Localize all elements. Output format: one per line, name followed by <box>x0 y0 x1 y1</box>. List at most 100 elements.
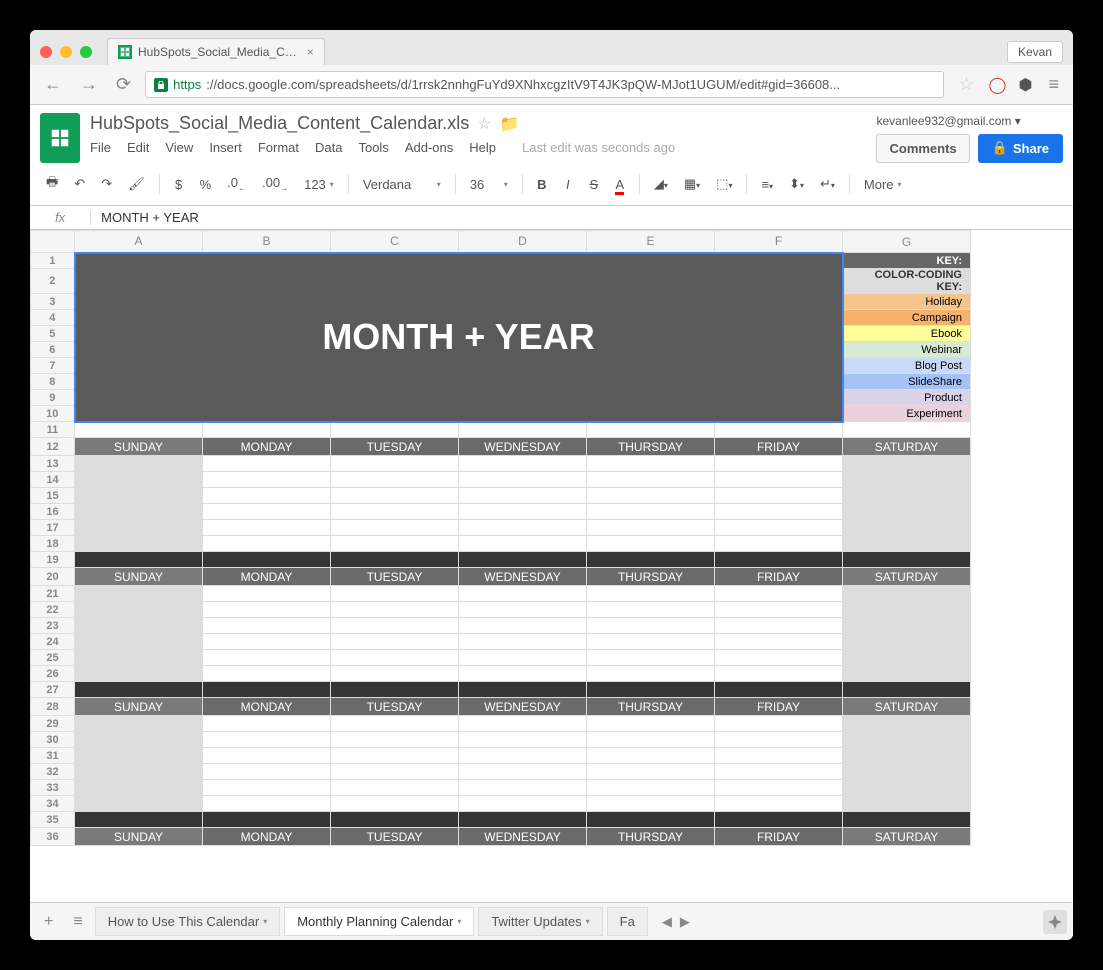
cell[interactable] <box>843 472 971 488</box>
day-header[interactable]: MONDAY <box>203 828 331 846</box>
column-header[interactable]: B <box>203 231 331 253</box>
cell[interactable] <box>843 422 971 438</box>
cell[interactable] <box>715 780 843 796</box>
cell[interactable] <box>203 716 331 732</box>
cell[interactable] <box>331 602 459 618</box>
cell[interactable] <box>75 796 203 812</box>
day-header[interactable]: WEDNESDAY <box>459 568 587 586</box>
cell[interactable] <box>715 586 843 602</box>
cell[interactable] <box>331 764 459 780</box>
day-header[interactable]: FRIDAY <box>715 828 843 846</box>
cell[interactable] <box>715 472 843 488</box>
row-header[interactable]: 25 <box>31 650 75 666</box>
menu-help[interactable]: Help <box>469 140 496 155</box>
color-key-header[interactable]: COLOR-CODINGKEY: <box>843 269 971 294</box>
fill-color-button[interactable]: ◢▾ <box>648 172 674 196</box>
cell[interactable] <box>459 748 587 764</box>
row-header[interactable]: 11 <box>31 422 75 438</box>
address-bar[interactable]: https ://docs.google.com/spreadsheets/d/… <box>145 71 944 98</box>
column-header[interactable]: D <box>459 231 587 253</box>
cell[interactable] <box>331 504 459 520</box>
separator-cell[interactable] <box>843 552 971 568</box>
tab-menu-caret[interactable]: ▾ <box>457 917 461 926</box>
day-header[interactable]: TUESDAY <box>331 828 459 846</box>
cell[interactable] <box>75 536 203 552</box>
row-header[interactable]: 1 <box>31 253 75 269</box>
key-header[interactable]: KEY: <box>843 253 971 269</box>
cell[interactable] <box>203 796 331 812</box>
legend-item[interactable]: Webinar <box>843 342 971 358</box>
separator-cell[interactable] <box>203 812 331 828</box>
cell[interactable] <box>587 650 715 666</box>
sheet-tab[interactable]: Twitter Updates▾ <box>478 907 602 936</box>
cell[interactable] <box>75 602 203 618</box>
legend-item[interactable]: Holiday <box>843 294 971 310</box>
cell[interactable] <box>587 748 715 764</box>
cell[interactable] <box>715 520 843 536</box>
user-email[interactable]: kevanlee932@gmail.com ▾ <box>876 114 1063 128</box>
separator-cell[interactable] <box>203 552 331 568</box>
extension-icon-2[interactable]: ⬢ <box>1016 76 1034 94</box>
legend-item[interactable]: SlideShare <box>843 374 971 390</box>
menu-tools[interactable]: Tools <box>358 140 388 155</box>
separator-cell[interactable] <box>715 552 843 568</box>
cell[interactable] <box>459 586 587 602</box>
separator-cell[interactable] <box>843 682 971 698</box>
cell[interactable] <box>203 748 331 764</box>
row-header[interactable]: 33 <box>31 780 75 796</box>
column-header[interactable]: A <box>75 231 203 253</box>
cell[interactable] <box>203 618 331 634</box>
font-size-select[interactable]: 36▾ <box>464 175 514 194</box>
cell[interactable] <box>75 586 203 602</box>
share-button[interactable]: 🔒 Share <box>978 134 1063 163</box>
legend-item[interactable]: Experiment <box>843 406 971 422</box>
legend-item[interactable]: Campaign <box>843 310 971 326</box>
reload-button[interactable]: ⟳ <box>112 72 135 97</box>
day-header[interactable]: SUNDAY <box>75 568 203 586</box>
select-all-cell[interactable] <box>31 231 75 253</box>
row-header[interactable]: 35 <box>31 812 75 828</box>
cell[interactable] <box>843 488 971 504</box>
print-icon[interactable]: 🖶 <box>40 169 64 199</box>
day-header[interactable]: SATURDAY <box>843 438 971 456</box>
row-header[interactable]: 10 <box>31 406 75 422</box>
cell[interactable] <box>331 666 459 682</box>
cell[interactable] <box>715 650 843 666</box>
legend-item[interactable]: Ebook <box>843 326 971 342</box>
cell[interactable] <box>587 536 715 552</box>
cell[interactable] <box>715 666 843 682</box>
row-header[interactable]: 6 <box>31 342 75 358</box>
day-header[interactable]: TUESDAY <box>331 568 459 586</box>
row-header[interactable]: 3 <box>31 294 75 310</box>
day-header[interactable]: FRIDAY <box>715 568 843 586</box>
cell[interactable] <box>203 666 331 682</box>
cell[interactable] <box>459 650 587 666</box>
cell[interactable] <box>715 456 843 472</box>
tab-scroll-left[interactable]: ◀ <box>662 914 672 930</box>
cell[interactable] <box>843 796 971 812</box>
paint-format-icon[interactable]: 🖌 <box>122 172 151 196</box>
cell[interactable] <box>843 650 971 666</box>
bookmark-icon[interactable]: ☆ <box>954 72 978 97</box>
cell[interactable] <box>203 520 331 536</box>
chrome-user-badge[interactable]: Kevan <box>1007 41 1063 63</box>
cell[interactable] <box>459 504 587 520</box>
menu-view[interactable]: View <box>165 140 193 155</box>
formula-input[interactable]: MONTH + YEAR <box>91 210 209 225</box>
currency-button[interactable]: $ <box>168 173 190 196</box>
cell[interactable] <box>715 422 843 438</box>
cell[interactable] <box>203 602 331 618</box>
cell[interactable] <box>587 602 715 618</box>
row-header[interactable]: 29 <box>31 716 75 732</box>
cell[interactable] <box>459 488 587 504</box>
cell[interactable] <box>331 650 459 666</box>
cell[interactable] <box>843 764 971 780</box>
cell[interactable] <box>587 586 715 602</box>
menu-file[interactable]: File <box>90 140 111 155</box>
cell[interactable] <box>587 422 715 438</box>
row-header[interactable]: 14 <box>31 472 75 488</box>
separator-cell[interactable] <box>715 812 843 828</box>
cell[interactable] <box>587 618 715 634</box>
row-header[interactable]: 2 <box>31 269 75 294</box>
cell[interactable] <box>75 488 203 504</box>
